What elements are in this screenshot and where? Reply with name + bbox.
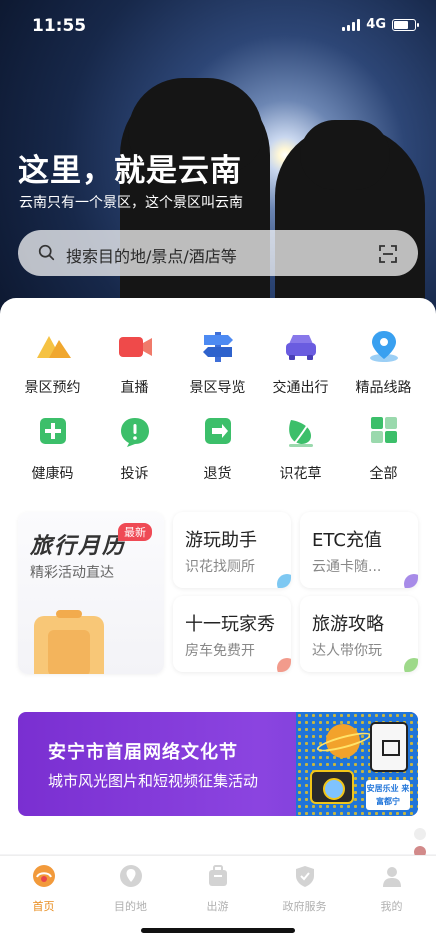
quick-action-health-code[interactable]: 健康码 [9, 414, 96, 483]
quick-action-label: 景区预约 [24, 380, 81, 396]
feature-card-etc[interactable]: ETC充值 云通卡随... [300, 512, 418, 588]
tab-label: 出游 [206, 900, 229, 913]
hero-banner: 11:55 4G 这里，就是云南 云南只有一个景区，这个景区叫云南 搜索目的地/… [0, 0, 436, 330]
complaint-icon [120, 418, 149, 447]
quick-action-label: 识花草 [279, 466, 322, 482]
quick-action-all[interactable]: 全部 [340, 414, 427, 483]
status-indicators: 4G [342, 17, 419, 32]
status-time: 11:55 [32, 16, 87, 36]
quick-action-label: 景区导览 [189, 380, 246, 396]
search-icon [38, 244, 55, 261]
feature-card-guide[interactable]: 旅游攻略 达人带你玩 [300, 596, 418, 672]
card-decoration [277, 658, 291, 672]
mountain-icon [36, 336, 71, 358]
banner-subtitle: 城市风光图片和短视频征集活动 [48, 772, 259, 790]
tab-home[interactable]: 首页 [0, 864, 87, 914]
card-decoration [404, 658, 418, 672]
card-decoration [277, 574, 291, 588]
travel-calendar-title: 旅行月历 [30, 534, 127, 559]
feature-card-subtitle: 云通卡随... [312, 559, 382, 575]
hero-title: 这里，就是云南 [18, 153, 242, 189]
home-indicator [141, 928, 295, 933]
quick-action-plant-id[interactable]: 识花草 [257, 414, 344, 483]
banner-stamp: 安居乐业 来富都宁 [366, 780, 410, 810]
destination-icon [119, 865, 142, 887]
quick-action-label: 退货 [203, 466, 232, 482]
quick-action-label: 直播 [120, 380, 149, 396]
luggage-icon [208, 865, 227, 886]
signal-icon [342, 18, 361, 31]
search-bar[interactable]: 搜索目的地/景点/酒店等 [18, 230, 418, 276]
return-icon [204, 418, 231, 444]
new-badge: 最新 [118, 523, 152, 541]
quick-action-scenic-booking[interactable]: 景区预约 [9, 328, 96, 397]
feature-card-title: 游玩助手 [185, 530, 257, 551]
tab-destination[interactable]: 目的地 [87, 864, 174, 914]
status-bar: 11:55 4G [0, 0, 436, 50]
feature-card-subtitle: 识花找厕所 [185, 559, 255, 575]
feature-card-assistant[interactable]: 游玩助手 识花找厕所 [173, 512, 291, 588]
banner-title: 安宁市首届网络文化节 [48, 742, 238, 763]
map-pin-icon [369, 331, 398, 362]
hero-silhouette [300, 120, 390, 190]
home-icon [32, 865, 55, 887]
banner-illustration: 安居乐业 来富都宁 [296, 712, 418, 816]
quick-action-live[interactable]: 直播 [91, 328, 178, 397]
feature-card-player-show[interactable]: 十一玩家秀 房车免费开 [173, 596, 291, 672]
quick-action-label: 精品线路 [355, 380, 412, 396]
floating-dot [414, 828, 426, 840]
feature-card-title: ETC充值 [312, 530, 382, 551]
card-decoration [404, 574, 418, 588]
tab-government[interactable]: 政府服务 [261, 864, 348, 914]
car-icon [285, 335, 316, 360]
main-panel: 景区预约 直播 景区导览 交通出行 精品线路 健康码 投诉 退货 识花草 全部 … [0, 298, 436, 854]
quick-action-return[interactable]: 退货 [174, 414, 261, 483]
quick-action-label: 投诉 [120, 466, 149, 482]
tab-label: 目的地 [114, 900, 147, 913]
quick-action-complaint[interactable]: 投诉 [91, 414, 178, 483]
tab-label: 首页 [32, 900, 55, 913]
feature-card-subtitle: 达人带你玩 [312, 643, 382, 659]
promo-banner[interactable]: 安宁市首届网络文化节 城市风光图片和短视频征集活动 安居乐业 来富都宁 [18, 712, 418, 816]
battery-icon [392, 18, 419, 31]
quick-action-label: 健康码 [31, 466, 74, 482]
leaf-icon [288, 420, 313, 447]
tab-label: 我的 [380, 900, 403, 913]
travel-calendar-card[interactable]: 旅行月历 最新 精彩活动直达 [18, 512, 164, 674]
quick-action-routes[interactable]: 精品线路 [340, 328, 427, 397]
shield-icon [295, 866, 314, 887]
grid-icon [370, 417, 397, 443]
feature-card-subtitle: 房车免费开 [185, 643, 255, 659]
video-camera-icon [118, 337, 152, 357]
scan-icon[interactable] [378, 244, 398, 264]
quick-action-label: 全部 [369, 466, 398, 482]
tab-travel[interactable]: 出游 [174, 864, 261, 914]
quick-action-label: 交通出行 [272, 380, 329, 396]
quick-action-guide[interactable]: 景区导览 [174, 328, 261, 397]
camera-icon [310, 770, 354, 804]
tab-profile[interactable]: 我的 [348, 864, 435, 914]
user-icon [382, 867, 401, 887]
calendar-illustration [34, 610, 104, 674]
health-plus-icon [39, 418, 66, 444]
hero-subtitle: 云南只有一个景区，这个景区叫云南 [19, 195, 243, 211]
network-type: 4G [366, 17, 386, 32]
tab-label: 政府服务 [282, 900, 327, 913]
search-placeholder: 搜索目的地/景点/酒店等 [66, 247, 237, 266]
feature-card-title: 十一玩家秀 [185, 614, 275, 635]
quick-action-transport[interactable]: 交通出行 [257, 328, 344, 397]
signpost-icon [202, 332, 233, 362]
feature-card-title: 旅游攻略 [312, 614, 384, 635]
phone-icon [370, 722, 408, 772]
travel-calendar-subtitle: 精彩活动直达 [30, 565, 114, 581]
